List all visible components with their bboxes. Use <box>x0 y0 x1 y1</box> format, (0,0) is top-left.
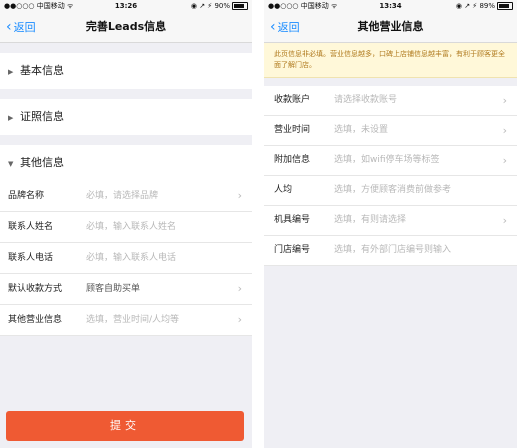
status-bar: ●●○○○ 中国移动 ᯤ 13:34 ◉ ↗ ⚡ 89% <box>264 0 517 12</box>
form-row[interactable]: 其他营业信息 选填，营业时间/人均等 › <box>0 305 252 336</box>
section-header[interactable]: ▶ 基本信息 <box>0 53 252 89</box>
row-label: 机具编号 <box>274 215 311 225</box>
form-row[interactable]: 门店编号 选填，有外部门店编号则输入 <box>264 236 517 266</box>
row-label: 收款账户 <box>274 95 311 105</box>
row-value[interactable]: 必填，输入联系人电话 <box>86 243 176 273</box>
page-title: 其他营业信息 <box>357 20 424 33</box>
sections: ▶ 基本信息 ▶ 证照信息 ▼ 其他信息 <box>0 53 252 181</box>
form-row[interactable]: 联系人电话 必填，输入联系人电话 <box>0 243 252 274</box>
nav-bar: ‹ 返回 完善Leads信息 <box>0 12 252 43</box>
row-label: 人均 <box>274 185 293 195</box>
section-header[interactable]: ▶ 证照信息 <box>0 99 252 135</box>
other-business-info-screen: ●●○○○ 中国移动 ᯤ 13:34 ◉ ↗ ⚡ 89% ‹ 返回 其他营业信息 … <box>264 0 517 448</box>
row-value[interactable]: 请选择收款账号 <box>334 86 397 115</box>
row-value[interactable]: 必填，输入联系人姓名 <box>86 212 176 242</box>
row-label: 门店编号 <box>274 245 311 255</box>
status-right: ◉ ↗ ⚡ 90% <box>191 0 248 12</box>
form-row[interactable]: 人均 选填，方便顾客消费前做参考 <box>264 176 517 206</box>
caret-right-icon: ▶ <box>8 114 14 122</box>
row-value[interactable]: 选填，营业时间/人均等 <box>86 305 179 335</box>
form-row[interactable]: 收款账户 请选择收款账号 › <box>264 86 517 116</box>
chevron-right-icon: › <box>502 154 507 167</box>
caret-down-icon: ▼ <box>8 160 14 168</box>
screenshot: ●●○○○ 中国移动 ᯤ 13:26 ◉ ↗ ⚡ 90% ‹ 返回 完善Leads… <box>0 0 517 448</box>
chevron-right-icon: › <box>237 282 242 295</box>
form-row[interactable]: 机具编号 选填，有则请选择 › <box>264 206 517 236</box>
row-value[interactable]: 必填，请选择品牌 <box>86 181 158 211</box>
other-info-list: 品牌名称 必填，请选择品牌 › 联系人姓名 必填，输入联系人姓名联系人电话 必填，输入联系… <box>0 181 252 336</box>
form-row[interactable]: 附加信息 选填，如wifi停车场等标签 › <box>264 146 517 176</box>
form-row[interactable]: 营业时间 选填，未设置 › <box>264 116 517 146</box>
battery-label: ◉ ↗ ⚡ 89% <box>455 2 495 10</box>
row-label: 默认收款方式 <box>8 284 63 294</box>
chevron-right-icon: › <box>237 313 242 326</box>
section-label: 基本信息 <box>20 64 64 77</box>
section-label: 其他信息 <box>20 156 64 169</box>
section-label: 证照信息 <box>20 110 64 123</box>
business-info-list: 收款账户 请选择收款账号 › 营业时间 选填，未设置 › 附加信息 选填，如wifi停车场等标… <box>264 86 517 266</box>
caret-right-icon: ▶ <box>8 68 14 76</box>
notice-banner: 此页信息非必填。营业信息越多，口碑上店铺信息越丰富，有利于顾客更全面了解门店。 <box>264 43 517 78</box>
status-bar: ●●○○○ 中国移动 ᯤ 13:26 ◉ ↗ ⚡ 90% <box>0 0 252 12</box>
row-value[interactable]: 选填，如wifi停车场等标签 <box>334 146 440 175</box>
row-label: 品牌名称 <box>8 191 45 201</box>
row-label: 其他营业信息 <box>8 315 63 325</box>
chevron-right-icon: › <box>502 94 507 107</box>
row-label: 营业时间 <box>274 125 311 135</box>
row-label: 联系人电话 <box>8 253 54 263</box>
row-label: 附加信息 <box>274 155 311 165</box>
row-value[interactable]: 选填，有则请选择 <box>334 206 406 235</box>
row-value[interactable]: 选填，未设置 <box>334 116 388 145</box>
form-row[interactable]: 联系人姓名 必填，输入联系人姓名 <box>0 212 252 243</box>
chevron-right-icon: › <box>237 189 242 202</box>
section-header[interactable]: ▼ 其他信息 <box>0 145 252 181</box>
status-right: ◉ ↗ ⚡ 89% <box>456 0 513 12</box>
submit-button[interactable]: 提交 <box>6 411 244 441</box>
row-value[interactable]: 选填，有外部门店编号则输入 <box>334 236 451 265</box>
page-title: 完善Leads信息 <box>85 20 167 33</box>
leads-info-screen: ●●○○○ 中国移动 ᯤ 13:26 ◉ ↗ ⚡ 90% ‹ 返回 完善Leads… <box>0 0 252 448</box>
form-row[interactable]: 默认收款方式 顾客自助买单 › <box>0 274 252 305</box>
form-row[interactable]: 品牌名称 必填，请选择品牌 › <box>0 181 252 212</box>
row-value[interactable]: 顾客自助买单 <box>86 274 140 304</box>
battery-icon <box>232 2 248 10</box>
battery-label: ◉ ↗ ⚡ 90% <box>190 2 230 10</box>
row-value[interactable]: 选填，方便顾客消费前做参考 <box>334 176 451 205</box>
chevron-right-icon: › <box>502 124 507 137</box>
nav-bar: ‹ 返回 其他营业信息 <box>264 12 517 43</box>
battery-icon <box>497 2 513 10</box>
chevron-right-icon: › <box>502 214 507 227</box>
row-label: 联系人姓名 <box>8 222 54 232</box>
